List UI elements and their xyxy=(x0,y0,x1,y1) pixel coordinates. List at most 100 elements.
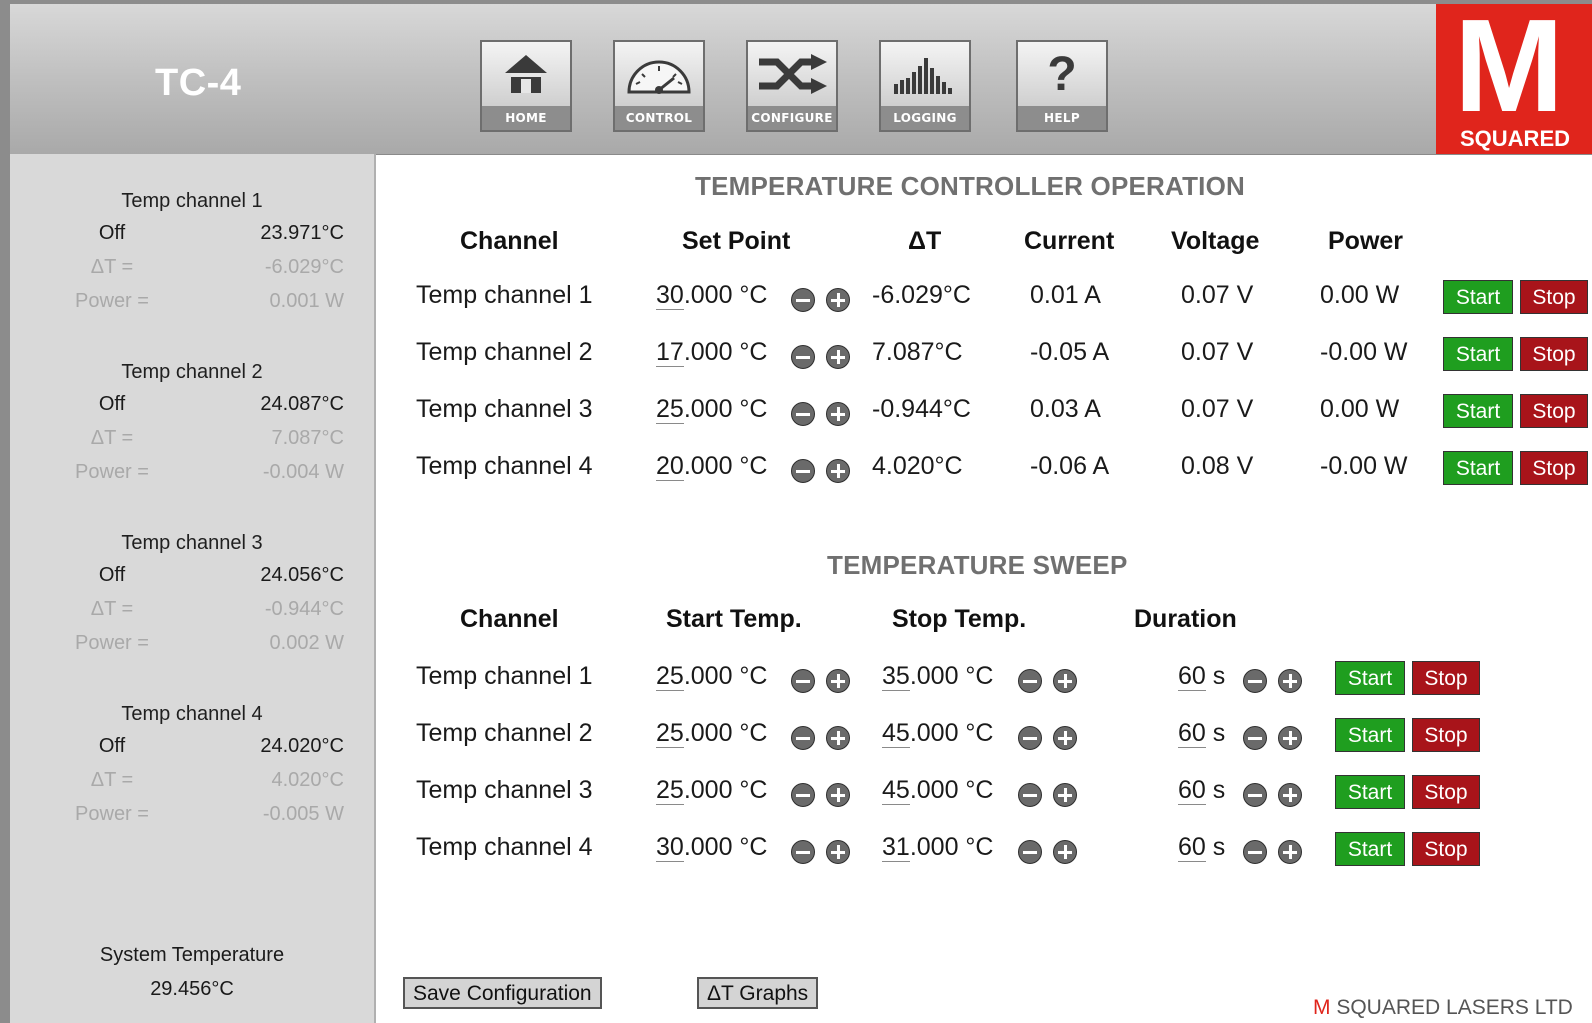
delta-graphs-button[interactable]: ΔT Graphs xyxy=(697,977,819,1009)
op-header-current: Current xyxy=(1024,227,1115,255)
sweep-stop-button[interactable]: Stop xyxy=(1412,775,1480,809)
minus-icon[interactable] xyxy=(1018,840,1042,864)
op-power: -0.00 W xyxy=(1320,338,1408,366)
op-current: -0.05 A xyxy=(1030,338,1110,366)
sweep-start-button[interactable]: Start xyxy=(1335,775,1405,809)
setpoint-input[interactable]: 17.000 °C xyxy=(656,338,767,367)
minus-icon[interactable] xyxy=(1243,840,1267,864)
sweep-start-button[interactable]: Start xyxy=(1335,718,1405,752)
sweep-duration-input[interactable]: 60 s xyxy=(1178,719,1225,748)
duration-int: 60 xyxy=(1178,662,1206,691)
plus-icon[interactable] xyxy=(1278,669,1302,693)
plus-icon[interactable] xyxy=(826,726,850,750)
sweep-stop-button[interactable]: Stop xyxy=(1412,661,1480,695)
nav-home-button[interactable]: HOME xyxy=(480,40,572,132)
sweep-header-start: Start Temp. xyxy=(666,605,802,633)
sweep-start-button[interactable]: Start xyxy=(1335,832,1405,866)
minus-icon[interactable] xyxy=(1018,669,1042,693)
sweep-start-input[interactable]: 25.000 °C xyxy=(656,662,767,691)
op-power: -0.00 W xyxy=(1320,452,1408,480)
op-channel-name: Temp channel 4 xyxy=(416,452,593,480)
minus-icon[interactable] xyxy=(791,288,815,312)
setpoint-input[interactable]: 20.000 °C xyxy=(656,452,767,481)
plus-icon[interactable] xyxy=(1053,726,1077,750)
nav-home-label: HOME xyxy=(505,111,547,125)
minus-icon[interactable] xyxy=(791,345,815,369)
status-sidebar: Temp channel 1 Off 23.971°C ΔT = -6.029°C … xyxy=(10,154,376,1023)
sweep-stop-input[interactable]: 31.000 °C xyxy=(882,833,993,862)
plus-icon[interactable] xyxy=(826,459,850,483)
sweep-stop-button[interactable]: Stop xyxy=(1412,832,1480,866)
setpoint-input[interactable]: 25.000 °C xyxy=(656,395,767,424)
minus-icon[interactable] xyxy=(791,726,815,750)
minus-icon[interactable] xyxy=(791,402,815,426)
nav-configure-button[interactable]: CONFIGURE xyxy=(746,40,838,132)
save-configuration-button[interactable]: Save Configuration xyxy=(403,977,602,1009)
sweep-channel-name: Temp channel 1 xyxy=(416,662,593,690)
minus-icon[interactable] xyxy=(1243,726,1267,750)
plus-icon[interactable] xyxy=(1053,783,1077,807)
channel-temp: 24.056°C xyxy=(260,564,344,586)
plus-icon[interactable] xyxy=(826,288,850,312)
sweep-duration-input[interactable]: 60 s xyxy=(1178,662,1225,691)
op-stop-button[interactable]: Stop xyxy=(1520,451,1588,485)
setpoint-int: 20 xyxy=(656,452,684,481)
op-channel-name: Temp channel 3 xyxy=(416,395,593,423)
plus-icon[interactable] xyxy=(826,783,850,807)
sidebar-channel-1: Temp channel 1 Off 23.971°C ΔT = -6.029°C … xyxy=(10,154,374,314)
plus-icon[interactable] xyxy=(1053,669,1077,693)
minus-icon[interactable] xyxy=(1018,726,1042,750)
op-start-button[interactable]: Start xyxy=(1443,394,1513,428)
duration-rest: s xyxy=(1205,833,1226,861)
sweep-start-input[interactable]: 30.000 °C xyxy=(656,833,767,862)
sweep-stop-input[interactable]: 45.000 °C xyxy=(882,776,993,805)
op-delta: -0.944°C xyxy=(872,395,971,423)
op-header-channel: Channel xyxy=(460,227,559,255)
op-stop-button[interactable]: Stop xyxy=(1520,280,1588,314)
sweep-stop-input[interactable]: 45.000 °C xyxy=(882,719,993,748)
sweep-channel-name: Temp channel 4 xyxy=(416,833,593,861)
op-stop-button[interactable]: Stop xyxy=(1520,337,1588,371)
op-start-button[interactable]: Start xyxy=(1443,280,1513,314)
minus-icon[interactable] xyxy=(1018,783,1042,807)
plus-icon[interactable] xyxy=(1278,783,1302,807)
plus-icon[interactable] xyxy=(826,402,850,426)
minus-icon[interactable] xyxy=(1243,783,1267,807)
plus-icon[interactable] xyxy=(1053,840,1077,864)
op-header-delta: ΔT xyxy=(908,227,942,255)
sweep-start-input[interactable]: 25.000 °C xyxy=(656,719,767,748)
op-start-button[interactable]: Start xyxy=(1443,451,1513,485)
plus-icon[interactable] xyxy=(1278,840,1302,864)
sweep-start-input[interactable]: 25.000 °C xyxy=(656,776,767,805)
footer-brand-m: M xyxy=(1313,996,1331,1019)
op-stop-button[interactable]: Stop xyxy=(1520,394,1588,428)
minus-icon[interactable] xyxy=(791,840,815,864)
minus-icon[interactable] xyxy=(791,459,815,483)
minus-icon[interactable] xyxy=(791,783,815,807)
nav-control-button[interactable]: CONTROL xyxy=(613,40,705,132)
op-channel-name: Temp channel 2 xyxy=(416,338,593,366)
minus-icon[interactable] xyxy=(1243,669,1267,693)
sweep-duration-input[interactable]: 60 s xyxy=(1178,776,1225,805)
sweep-duration-input[interactable]: 60 s xyxy=(1178,833,1225,862)
plus-icon[interactable] xyxy=(1278,726,1302,750)
plus-icon[interactable] xyxy=(826,840,850,864)
setpoint-input[interactable]: 30.000 °C xyxy=(656,281,767,310)
plus-icon[interactable] xyxy=(826,345,850,369)
delta-label: ΔT = xyxy=(90,256,134,278)
plus-icon[interactable] xyxy=(826,669,850,693)
sweep-stop-input[interactable]: 35.000 °C xyxy=(882,662,993,691)
stop-rest: .000 °C xyxy=(909,719,994,747)
nav-help-button[interactable]: ? HELP xyxy=(1016,40,1108,132)
question-icon: ? xyxy=(1018,42,1106,106)
delta-label: ΔT = xyxy=(90,427,134,449)
sweep-header-channel: Channel xyxy=(460,605,559,633)
op-header-voltage: Voltage xyxy=(1171,227,1260,255)
minus-icon[interactable] xyxy=(791,669,815,693)
op-start-button[interactable]: Start xyxy=(1443,337,1513,371)
sweep-stop-button[interactable]: Stop xyxy=(1412,718,1480,752)
nav-logging-button[interactable]: LOGGING xyxy=(879,40,971,132)
nav-configure-label: CONFIGURE xyxy=(751,111,833,125)
sweep-start-button[interactable]: Start xyxy=(1335,661,1405,695)
power-label: Power = xyxy=(75,461,149,483)
